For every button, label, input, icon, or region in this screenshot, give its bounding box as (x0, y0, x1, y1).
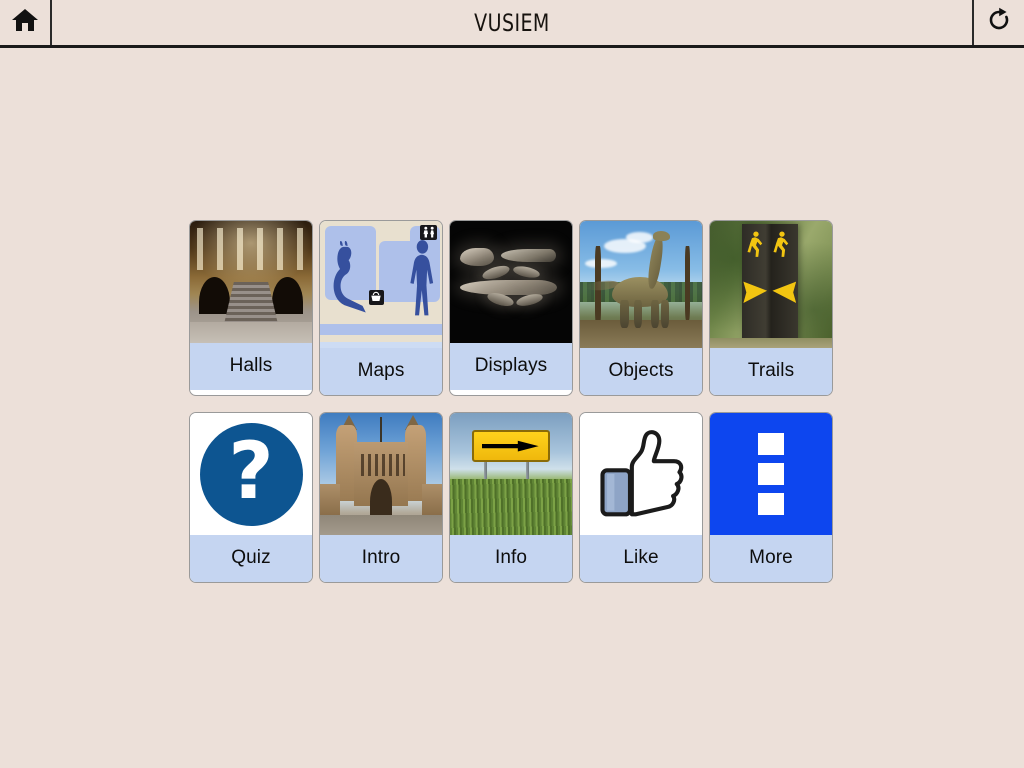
more-image (710, 413, 832, 535)
tile-intro[interactable]: Intro (319, 412, 443, 583)
cloud (626, 232, 654, 243)
tile-label-displays: Displays (450, 343, 572, 390)
tile-displays[interactable]: Displays (449, 220, 573, 396)
tile-label-info: Info (450, 535, 572, 582)
ground (320, 515, 442, 535)
road-sign (471, 430, 551, 462)
facade-wing (320, 483, 340, 516)
home-button[interactable] (0, 0, 52, 45)
home-icon (11, 7, 39, 38)
waymarker-post (741, 223, 798, 346)
tile-label-quiz: Quiz (190, 535, 312, 582)
map-corridor (320, 323, 442, 336)
kebab-menu-icon (758, 493, 784, 515)
restroom-icon (420, 224, 438, 240)
tile-more[interactable]: More (709, 412, 833, 583)
tile-label-maps: Maps (320, 348, 442, 395)
halls-image (190, 221, 312, 343)
refresh-button[interactable] (972, 0, 1024, 45)
kebab-menu-icon (758, 463, 784, 485)
fossil-fish (501, 249, 557, 263)
walker-icon (747, 231, 763, 257)
dinosaur-leg (650, 299, 660, 328)
objects-image (580, 221, 702, 348)
tile-grid: Halls Maps Displays Objects Trails ? Qui… (189, 220, 835, 599)
header-title-area: VUSIEM (52, 0, 972, 45)
chevron-right-marker (772, 281, 797, 304)
tile-halls[interactable]: Halls (189, 220, 313, 396)
tile-label-like: Like (580, 535, 702, 582)
dinosaur-leg (620, 299, 629, 328)
maps-image (320, 221, 442, 348)
tile-label-intro: Intro (320, 535, 442, 582)
tile-label-objects: Objects (580, 348, 702, 395)
question-mark-icon: ? (199, 422, 303, 526)
app-header: VUSIEM (0, 0, 1024, 48)
tile-objects[interactable]: Objects (579, 220, 703, 396)
question-mark-glyph: ? (228, 427, 274, 517)
intro-image (320, 413, 442, 535)
like-image (580, 413, 702, 535)
fossil-flipper (512, 264, 541, 280)
fossil-skull (459, 247, 494, 267)
hall-staircase (224, 282, 278, 324)
refresh-icon (987, 7, 1011, 38)
tile-maps[interactable]: Maps (319, 220, 443, 396)
dinosaur-leg (633, 299, 643, 328)
tile-row: ? Quiz Intro Info Like More (189, 412, 835, 583)
hall-arch-right (271, 277, 304, 314)
tile-label-trails: Trails (710, 348, 832, 395)
hall-floor (190, 322, 312, 343)
quiz-image: ? (190, 413, 312, 535)
tile-trails[interactable]: Trails (709, 220, 833, 396)
dinosaur-leg (660, 299, 670, 328)
tree-trunk (684, 246, 690, 321)
fossil-plesiosaur (459, 279, 558, 296)
ground (710, 337, 832, 348)
tile-quiz[interactable]: ? Quiz (189, 412, 313, 583)
info-image (450, 413, 572, 535)
cloud (584, 259, 617, 268)
thumbs-up-icon (600, 430, 684, 517)
tile-info[interactable]: Info (449, 412, 573, 583)
facade-wing (422, 483, 442, 516)
dinosaur-head (653, 231, 671, 242)
right-arrow-icon (482, 440, 539, 452)
tile-label-halls: Halls (190, 343, 312, 390)
shop-basket-icon (368, 289, 384, 305)
map-corridor-lower (320, 341, 442, 348)
app-title: VUSIEM (474, 8, 550, 37)
tile-like[interactable]: Like (579, 412, 703, 583)
facade-windows (356, 454, 406, 477)
human-figure-silhouette (410, 239, 434, 316)
kebab-menu-icon (758, 433, 784, 455)
hall-arch-left (198, 277, 231, 314)
grass (450, 478, 572, 535)
trails-image (710, 221, 832, 348)
tile-label-more: More (710, 535, 832, 582)
displays-image (450, 221, 572, 343)
flagpole (380, 416, 382, 444)
chevron-left-marker (743, 281, 768, 304)
walker-icon (773, 231, 789, 257)
tile-row: Halls Maps Displays Objects Trails (189, 220, 835, 396)
